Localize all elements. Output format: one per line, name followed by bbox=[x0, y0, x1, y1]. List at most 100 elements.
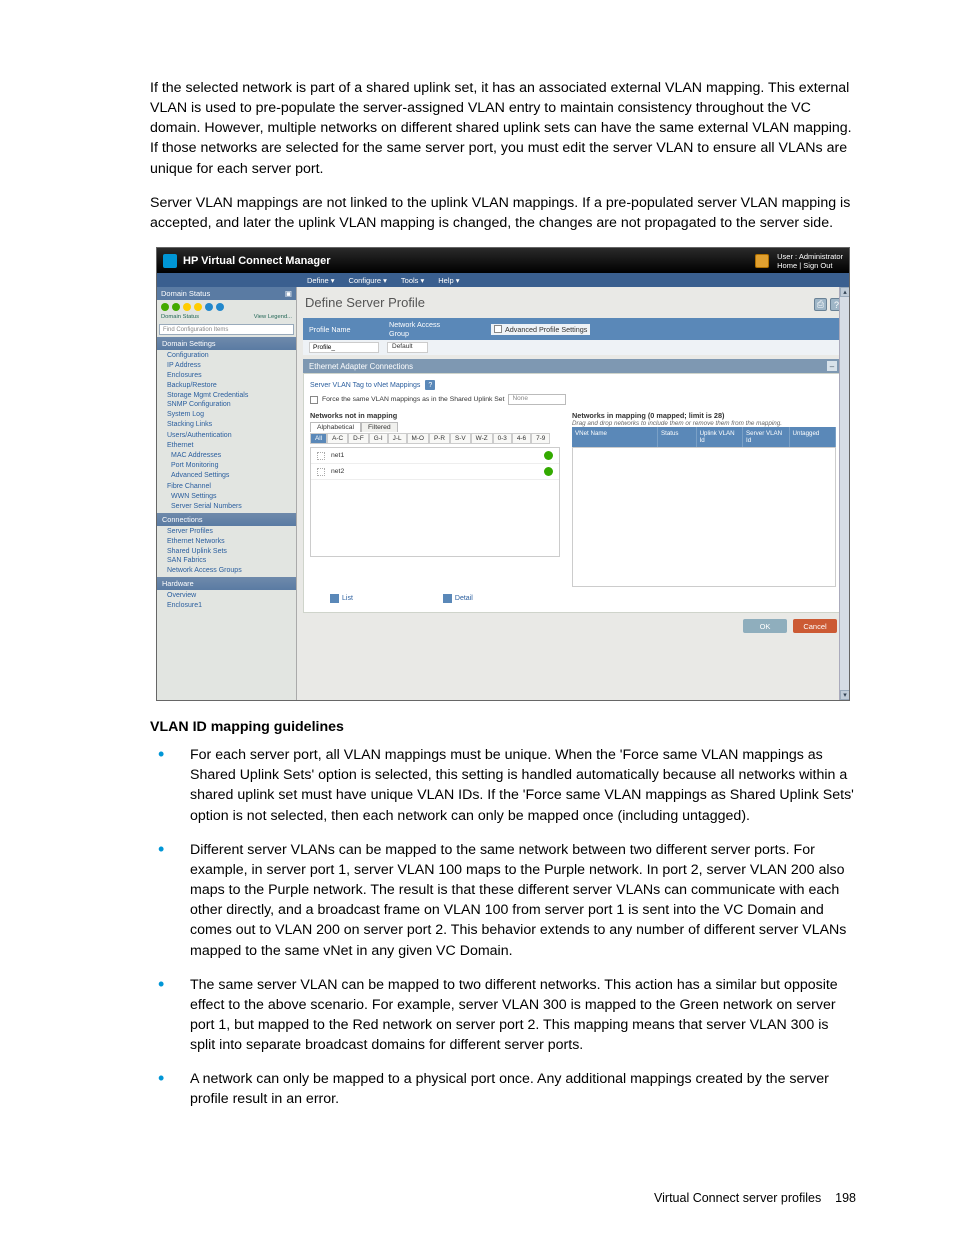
header-links: Home | Sign Out bbox=[777, 261, 843, 270]
tab-alphabetical[interactable]: Alphabetical bbox=[310, 422, 361, 432]
checkbox-icon[interactable] bbox=[494, 325, 502, 333]
col-untagged: Untagged bbox=[790, 427, 836, 447]
alpha-jl[interactable]: J-L bbox=[388, 433, 407, 444]
sidebar-item-syslog[interactable]: System Log bbox=[157, 410, 296, 420]
domain-status-header: Domain Status ▣ bbox=[157, 287, 296, 300]
main-panel: Define Server Profile ⎙ ? Profile Name N… bbox=[297, 287, 849, 700]
view-legend-link[interactable]: View Legend... bbox=[254, 314, 292, 320]
sidebar-item-stacking[interactable]: Stacking Links bbox=[157, 420, 296, 430]
guideline-item: For each server port, all VLAN mappings … bbox=[186, 745, 856, 826]
nag-dropdown[interactable]: Default bbox=[387, 342, 428, 353]
sidebar-item-snmp[interactable]: SNMP Configuration bbox=[157, 400, 296, 410]
alpha-46[interactable]: 4-6 bbox=[512, 433, 531, 444]
mapping-table-body[interactable] bbox=[572, 447, 836, 587]
collapse-icon[interactable]: ▣ bbox=[285, 289, 292, 298]
sidebar-section-domain-settings[interactable]: Domain Settings bbox=[157, 337, 296, 350]
menu-configure[interactable]: Configure ▾ bbox=[349, 276, 387, 285]
alpha-df[interactable]: D-F bbox=[348, 433, 369, 444]
user-label: User : Administrator bbox=[777, 252, 843, 261]
col-server-vlan: Server VLAN Id bbox=[743, 427, 789, 447]
sidebar-item-enclosures[interactable]: Enclosures bbox=[157, 371, 296, 381]
sidebar-item-wwn[interactable]: WWN Settings bbox=[157, 492, 296, 502]
nag-label: Network Access Group bbox=[389, 320, 461, 338]
ok-button[interactable]: OK bbox=[743, 619, 787, 633]
drag-handle-icon[interactable] bbox=[317, 452, 325, 460]
status-info-icon bbox=[216, 303, 224, 311]
intro-para-1: If the selected network is part of a sha… bbox=[150, 78, 856, 179]
sidebar-item-shared-uplink[interactable]: Shared Uplink Sets bbox=[157, 546, 296, 556]
alpha-mo[interactable]: M-O bbox=[407, 433, 429, 444]
domain-status-label: Domain Status bbox=[161, 289, 210, 298]
svt-label: Server VLAN Tag to vNet Mappings bbox=[310, 382, 420, 389]
cancel-button[interactable]: Cancel bbox=[793, 619, 837, 633]
menu-tools[interactable]: Tools ▾ bbox=[401, 276, 424, 285]
scroll-up-icon[interactable]: ▴ bbox=[840, 287, 850, 297]
sidebar-item-mac[interactable]: MAC Addresses bbox=[157, 451, 296, 461]
scroll-down-icon[interactable]: ▾ bbox=[840, 690, 850, 700]
sidebar-section-connections[interactable]: Connections bbox=[157, 513, 296, 526]
sidebar-item-nag[interactable]: Network Access Groups bbox=[157, 566, 296, 576]
guidelines-heading: VLAN ID mapping guidelines bbox=[150, 719, 856, 735]
page-title: Define Server Profile bbox=[305, 295, 425, 310]
sidebar-item-eth-networks[interactable]: Ethernet Networks bbox=[157, 536, 296, 546]
mapping-table-header: VNet Name Status Uplink VLAN Id Server V… bbox=[572, 427, 836, 447]
sidebar-item-users-auth[interactable]: Users/Authentication bbox=[157, 430, 296, 440]
alpha-03[interactable]: 0-3 bbox=[493, 433, 512, 444]
drag-handle-icon[interactable] bbox=[317, 468, 325, 476]
sidebar-item-ip-address[interactable]: IP Address bbox=[157, 361, 296, 371]
col-status: Status bbox=[658, 427, 697, 447]
home-link[interactable]: Home bbox=[777, 261, 797, 270]
signout-link[interactable]: Sign Out bbox=[803, 261, 832, 270]
sidebar-item-san-fabrics[interactable]: SAN Fabrics bbox=[157, 556, 296, 566]
sidebar-item-adv[interactable]: Advanced Settings bbox=[157, 470, 296, 480]
help-icon[interactable]: ? bbox=[425, 380, 435, 390]
menubar: Define ▾ Configure ▾ Tools ▾ Help ▾ bbox=[157, 273, 849, 287]
profile-name-input[interactable] bbox=[309, 342, 379, 353]
sidebar-item-port-mon[interactable]: Port Monitoring bbox=[157, 461, 296, 471]
sidebar-item-storage-creds[interactable]: Storage Mgmt Credentials bbox=[157, 390, 296, 400]
alpha-79[interactable]: 7-9 bbox=[531, 433, 550, 444]
alpha-pr[interactable]: P-R bbox=[429, 433, 450, 444]
guideline-item: Different server VLANs can be mapped to … bbox=[186, 840, 856, 961]
app-titlebar: HP Virtual Connect Manager User : Admini… bbox=[157, 248, 849, 273]
net-name: net2 bbox=[331, 468, 344, 475]
force-vlan-checkbox[interactable] bbox=[310, 396, 318, 404]
menu-define[interactable]: Define ▾ bbox=[307, 276, 335, 285]
menu-help[interactable]: Help ▾ bbox=[438, 276, 459, 285]
advanced-settings-checkbox[interactable]: Advanced Profile Settings bbox=[491, 324, 590, 335]
sidebar-item-fibre-channel[interactable]: Fibre Channel bbox=[157, 481, 296, 491]
sidebar-item-server-profiles[interactable]: Server Profiles bbox=[157, 527, 296, 537]
sidebar-item-serial[interactable]: Server Serial Numbers bbox=[157, 502, 296, 512]
sidebar-item-enclosure1[interactable]: Enclosure1 bbox=[157, 600, 296, 610]
sidebar-item-backup[interactable]: Backup/Restore bbox=[157, 380, 296, 390]
view-detail-button[interactable]: Detail bbox=[443, 594, 473, 603]
domain-status-text: Domain Status bbox=[161, 314, 199, 320]
sidebar-section-hardware[interactable]: Hardware bbox=[157, 577, 296, 590]
home-icon[interactable] bbox=[755, 254, 769, 268]
find-config-input[interactable]: Find Configuration Items bbox=[159, 324, 294, 335]
guideline-item: The same server VLAN can be mapped to tw… bbox=[186, 975, 856, 1056]
status-ok-icon bbox=[544, 467, 553, 476]
alpha-sv[interactable]: S-V bbox=[450, 433, 471, 444]
force-vlan-label: Force the same VLAN mappings as in the S… bbox=[322, 396, 504, 403]
alpha-wz[interactable]: W-Z bbox=[471, 433, 493, 444]
view-list-button[interactable]: List bbox=[330, 594, 353, 603]
alpha-ac[interactable]: A-C bbox=[327, 433, 348, 444]
list-icon bbox=[330, 594, 339, 603]
net-name: net1 bbox=[331, 452, 344, 459]
force-vlan-dropdown[interactable]: None bbox=[508, 394, 566, 405]
sidebar-item-overview[interactable]: Overview bbox=[157, 591, 296, 601]
button-row: OK Cancel bbox=[303, 613, 843, 639]
sidebar-item-ethernet[interactable]: Ethernet bbox=[157, 440, 296, 450]
profile-bar-values: Default bbox=[303, 340, 843, 355]
sidebar-item-configuration[interactable]: Configuration bbox=[157, 351, 296, 361]
collapse-icon[interactable]: – bbox=[827, 361, 837, 371]
list-item[interactable]: net1 bbox=[311, 448, 559, 464]
print-icon[interactable]: ⎙ bbox=[814, 298, 827, 311]
app-title: HP Virtual Connect Manager bbox=[183, 255, 331, 267]
alpha-all[interactable]: All bbox=[310, 433, 327, 444]
list-item[interactable]: net2 bbox=[311, 464, 559, 480]
tab-filtered[interactable]: Filtered bbox=[361, 422, 398, 432]
alpha-gi[interactable]: G-I bbox=[369, 433, 388, 444]
scrollbar[interactable]: ▴ ▾ bbox=[839, 287, 849, 700]
